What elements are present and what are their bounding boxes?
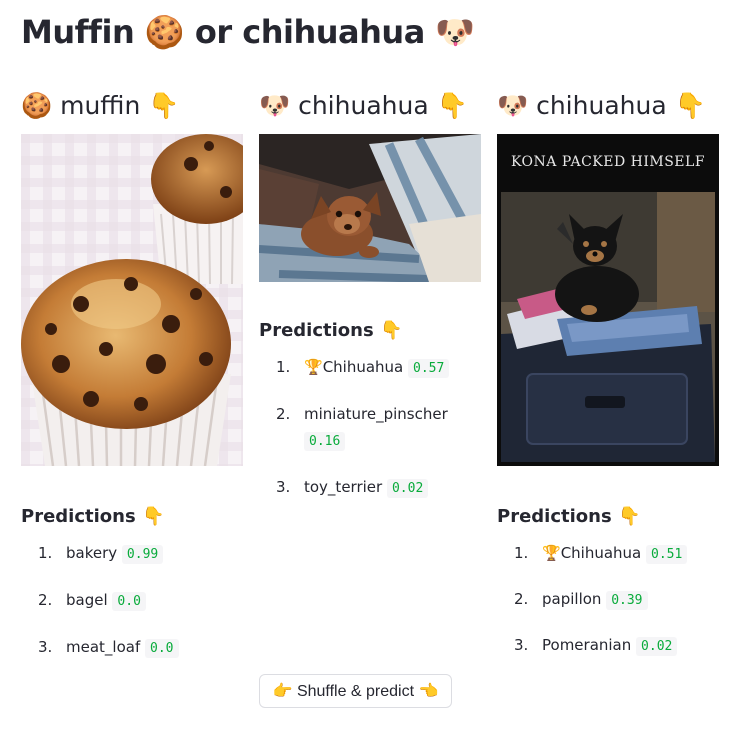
list-item: 3. Pomeranian 0.02 (497, 632, 719, 660)
image-caption: KONA PACKED HIMSELF (510, 154, 706, 170)
pointing-down-icon: 👇 (148, 91, 180, 120)
prediction-score: 0.99 (121, 545, 164, 564)
prediction-label: papillon (542, 590, 602, 608)
list-item: 3. toy_terrier 0.02 (259, 474, 481, 502)
prediction-label: bakery (66, 544, 118, 562)
list-item: 2. miniature_pinscher 0.16 (276, 405, 448, 451)
prediction-score: 0.02 (386, 479, 429, 498)
prediction-score: 0.39 (606, 591, 648, 610)
prediction-label: Pomeranian (542, 636, 632, 654)
cookie-emoji-icon: 🍪 (21, 91, 53, 120)
list-item: 2. bagel 0.0 (21, 587, 243, 615)
prediction-score: 0.02 (636, 637, 678, 656)
prediction-score: 0.0 (145, 639, 179, 658)
prediction-label: toy_terrier (304, 478, 383, 496)
pointing-down-icon: 👇 (436, 91, 468, 120)
column-header: 🐶 chihuahua 👇 (259, 86, 481, 126)
prediction-label: bagel (66, 591, 108, 609)
chihuahua-image-1 (259, 134, 481, 282)
column-header: 🍪 muffin 👇 (21, 86, 243, 126)
column-header: 🐶 chihuahua 👇 (497, 86, 719, 126)
list-item: 3. meat_loaf 0.0 (21, 634, 243, 662)
predictions-title: Predictions 👇 (497, 506, 641, 527)
prediction-label: miniature_pinscher (304, 405, 448, 423)
list-item: 1. 🏆Chihuahua 0.57 (259, 354, 481, 382)
prediction-score: 0.0 (112, 592, 146, 611)
trophy-icon: 🏆 (304, 358, 323, 376)
predictions-title: Predictions 👇 (259, 320, 403, 341)
prediction-label: Chihuahua (322, 358, 404, 376)
column-chihuahua-1: 🐶 chihuahua 👇 Predictions 👇 1. 🏆Chihuahu… (259, 86, 481, 502)
column-chihuahua-2: 🐶 chihuahua 👇 KONA PACKED HIMSELF Predic… (497, 86, 719, 660)
shuffle-predict-button[interactable]: 👉 Shuffle & predict 👈 (259, 674, 452, 708)
page-title: Muffin 🍪 or chihuahua 🐶 (21, 13, 475, 51)
list-item: 1. bakery 0.99 (21, 540, 243, 568)
muffin-image (21, 134, 243, 466)
prediction-score: 0.57 (408, 359, 450, 378)
list-item: 2. papillon 0.39 (497, 586, 719, 614)
predictions-list: 1. 🏆Chihuahua 0.57 2. miniature_pinscher… (259, 354, 481, 502)
muffin-image-art (21, 134, 243, 466)
prediction-score: 0.16 (304, 432, 346, 451)
column-label: chihuahua (298, 91, 429, 120)
dog-emoji-icon: 🐶 (497, 91, 529, 120)
trophy-icon: 🏆 (542, 544, 561, 562)
prediction-label: meat_loaf (66, 638, 141, 656)
dog-emoji-icon: 🐶 (259, 91, 291, 120)
prediction-score: 0.51 (646, 545, 688, 564)
column-label: chihuahua (536, 91, 667, 120)
column-label: muffin (60, 91, 141, 120)
chihuahua-image-2: KONA PACKED HIMSELF (497, 134, 719, 466)
pointing-down-icon: 👇 (674, 91, 706, 120)
chihuahua-suitcase-art (497, 134, 719, 466)
prediction-label: Chihuahua (560, 544, 642, 562)
column-muffin: 🍪 muffin 👇 Predictions 👇 1. bakery 0.99 … (21, 86, 243, 662)
list-item: 1. 🏆Chihuahua 0.51 (497, 540, 719, 568)
predictions-list: 1. 🏆Chihuahua 0.51 2. papillon 0.39 3. P… (497, 540, 719, 660)
predictions-list: 1. bakery 0.99 2. bagel 0.0 3. meat_loaf… (21, 540, 243, 662)
predictions-title: Predictions 👇 (21, 506, 165, 527)
chihuahua-puppy-art (259, 134, 481, 282)
